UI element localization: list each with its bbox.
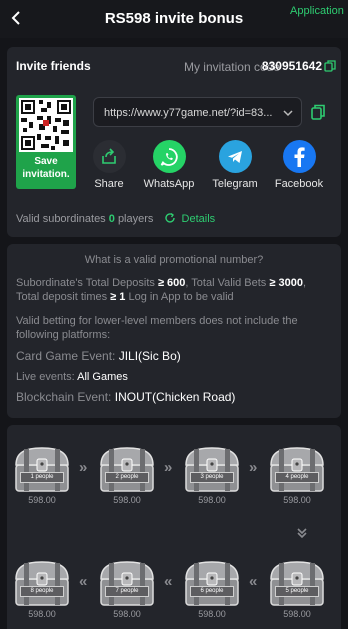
chest-people-label: 4 people <box>275 472 319 483</box>
treasure-chest-icon: 7 people <box>95 559 159 607</box>
copy-code-icon[interactable] <box>324 60 336 72</box>
double-chevron-right-icon: » <box>79 459 88 476</box>
chest-amount: 598.00 <box>198 495 226 505</box>
req-bets-value: ≥ 3000 <box>269 277 303 289</box>
facebook-button[interactable]: Facebook <box>271 140 327 190</box>
reward-chest[interactable]: 1 people 598.00 <box>10 445 74 505</box>
faq-title: What is a valid promotional number? <box>84 254 264 266</box>
whatsapp-icon <box>152 140 186 173</box>
valid-subordinates-count: 0 <box>108 213 115 225</box>
whatsapp-label: WhatsApp <box>143 178 195 190</box>
telegram-button[interactable]: Telegram <box>207 140 263 190</box>
treasure-chest-icon: 4 people <box>265 445 329 493</box>
treasure-chest-icon: 6 people <box>180 559 244 607</box>
facebook-label: Facebook <box>274 178 324 190</box>
double-chevron-right-icon: » <box>164 459 173 476</box>
share-label: Share <box>94 178 124 190</box>
chest-amount: 598.00 <box>113 609 141 619</box>
treasure-chest-icon: 8 people <box>10 559 74 607</box>
blockchain-event: Blockchain Event: INOUT(Chicken Road) <box>16 390 235 404</box>
blockchain-value: INOUT(Chicken Road) <box>114 390 236 404</box>
reward-chest[interactable]: 8 people 598.00 <box>10 559 74 619</box>
double-chevron-left-icon: « <box>79 573 88 590</box>
details-icon[interactable] <box>164 212 176 224</box>
whatsapp-button[interactable]: WhatsApp <box>141 140 197 190</box>
chest-amount: 598.00 <box>283 495 311 505</box>
faq-requirements: Subordinate's Total Deposits ≥ 600, Tota… <box>16 276 332 304</box>
chest-amount: 598.00 <box>113 495 141 505</box>
chest-people-label: 8 people <box>20 586 64 597</box>
invite-link-text: https://www.y77game.net/?id=83... <box>104 107 273 119</box>
reward-chests-card: 1 people 598.00 2 people 598.00 3 people 598.… <box>7 425 341 629</box>
card-game-label: Card Game Event: <box>16 349 116 363</box>
req-bets-label: , Total Valid Bets <box>185 277 267 289</box>
faq-note: Valid betting for lower-level members do… <box>16 315 298 341</box>
treasure-chest-icon: 3 people <box>180 445 244 493</box>
promotion-info-card: What is a valid promotional number? Subo… <box>7 244 341 418</box>
blockchain-label: Blockchain Event: <box>16 390 112 404</box>
double-chevron-left-icon: « <box>249 573 258 590</box>
facebook-icon <box>282 140 316 173</box>
invite-link-field[interactable]: https://www.y77game.net/?id=83... <box>93 97 302 127</box>
chest-people-label: 1 people <box>20 472 64 483</box>
invite-title: Invite friends <box>16 59 91 73</box>
reward-chest[interactable]: 7 people 598.00 <box>95 559 159 619</box>
reward-chest[interactable]: 4 people 598.00 <box>265 445 329 505</box>
treasure-chest-icon: 1 people <box>10 445 74 493</box>
chest-amount: 598.00 <box>283 609 311 619</box>
reward-chest[interactable]: 2 people 598.00 <box>95 445 159 505</box>
chest-amount: 598.00 <box>198 609 226 619</box>
req-deposit-label: Subordinate's Total Deposits <box>16 277 155 289</box>
reward-chest[interactable]: 3 people 598.00 <box>180 445 244 505</box>
invite-card: Invite friends My invitation code 830951… <box>7 47 341 237</box>
reward-chest[interactable]: 5 people 598.00 <box>265 559 329 619</box>
req-suffix: Log in App to be valid <box>128 291 234 303</box>
share-button[interactable]: Share <box>81 140 137 190</box>
treasure-chest-icon: 5 people <box>265 559 329 607</box>
card-game-event: Card Game Event: JILI(Sic Bo) <box>16 349 181 363</box>
telegram-icon <box>218 140 252 173</box>
live-event: Live events: All Games <box>16 371 128 383</box>
treasure-chest-icon: 2 people <box>95 445 159 493</box>
card-game-value: JILI(Sic Bo) <box>118 349 181 363</box>
chevron-double-down-icon <box>297 528 307 539</box>
telegram-label: Telegram <box>212 178 258 190</box>
live-label: Live events: <box>16 371 75 383</box>
invitation-code-value: 830951642 <box>261 59 322 73</box>
chest-people-label: 3 people <box>190 472 234 483</box>
chest-amount: 598.00 <box>28 495 56 505</box>
save-invitation-button[interactable]: Save invitation. <box>16 155 76 181</box>
valid-subordinates-unit: players <box>117 213 154 225</box>
valid-subordinates-row: Valid subordinates 0 players Details <box>16 212 215 225</box>
valid-subordinates-label: Valid subordinates <box>16 213 106 225</box>
double-chevron-left-icon: « <box>164 573 173 590</box>
req-deposit-value: ≥ 600 <box>157 277 186 289</box>
copy-link-icon[interactable] <box>310 104 326 120</box>
qr-code-image <box>19 98 73 152</box>
qr-code-card[interactable]: Save invitation. <box>16 95 76 189</box>
application-record-link[interactable]: Application Record <box>290 4 346 18</box>
reward-chest[interactable]: 6 people 598.00 <box>180 559 244 619</box>
chest-people-label: 2 people <box>105 472 149 483</box>
details-link[interactable]: Details <box>182 213 216 225</box>
chest-people-label: 6 people <box>190 586 234 597</box>
chest-people-label: 7 people <box>105 586 149 597</box>
chevron-down-icon[interactable] <box>283 108 293 118</box>
share-icon <box>92 140 126 173</box>
live-value: All Games <box>77 371 128 383</box>
chest-amount: 598.00 <box>28 609 56 619</box>
double-chevron-right-icon: » <box>249 459 258 476</box>
req-times-value: ≥ 1 <box>110 291 126 303</box>
chest-people-label: 5 people <box>275 586 319 597</box>
header: RS598 invite bonus Application Record <box>0 0 348 38</box>
